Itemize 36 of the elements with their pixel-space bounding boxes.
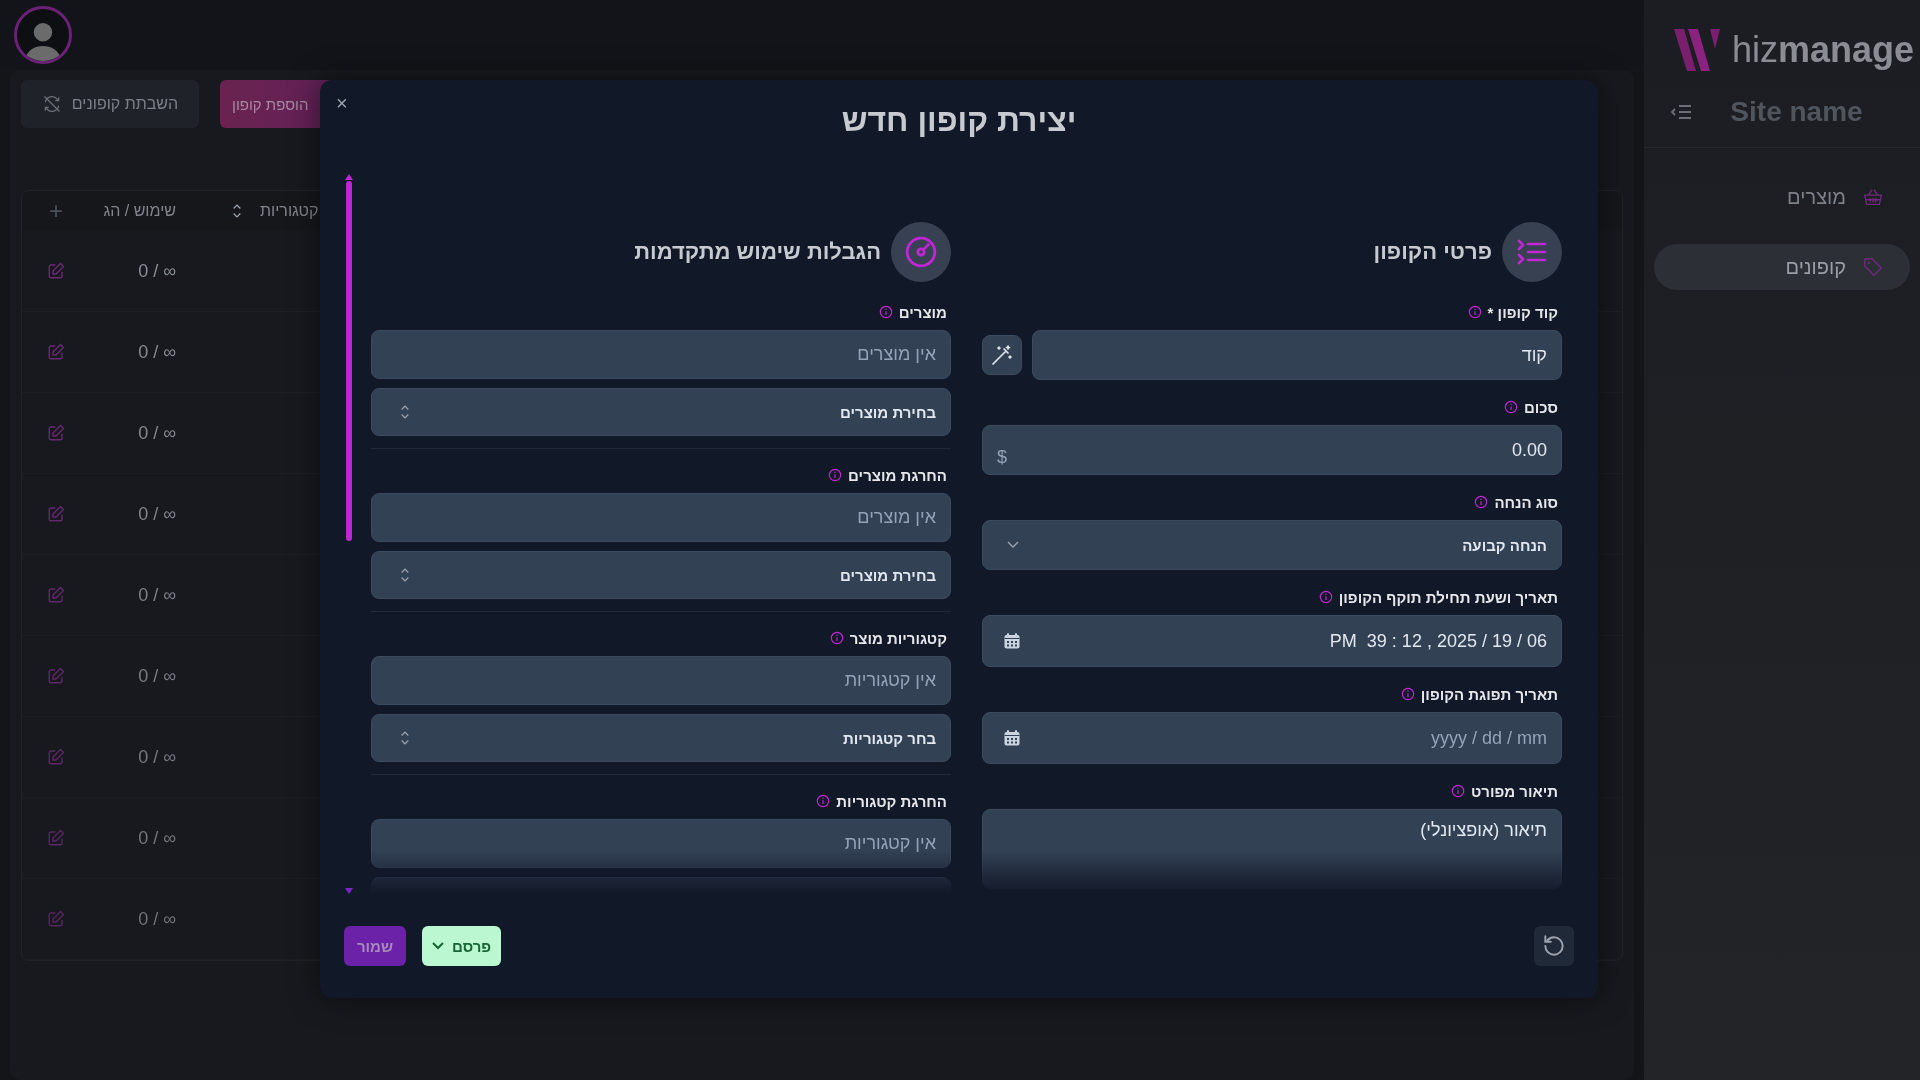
dialog-title: יצירת קופון חדש [841,102,1077,139]
field-label: קוד קופון * [1487,303,1558,321]
field-label: תאריך ושעת תחילת תוקף הקופון [1338,588,1558,606]
empty-list-text: אין קטגוריות [844,833,936,854]
amount-value: 0.00 [1511,439,1547,461]
usage-cell: ∞ / 0 [138,827,176,848]
empty-list-text: אין מוצרים [857,507,936,528]
field-label: קטגוריות מוצר [849,629,947,647]
usage-cell: ∞ / 0 [138,665,176,686]
usage-cell: ∞ / 0 [138,260,176,281]
logo-text: hizmanage [1732,28,1915,71]
field-label: תיאור מפורט [1470,782,1558,800]
select-value: בחירת מוצרים [840,566,936,584]
section-title: הגבלות שימוש מתקדמות [634,239,881,265]
usage-cell: ∞ / 0 [138,584,176,605]
usage-cell: ∞ / 0 [138,422,176,443]
field-label: החרגת מוצרים [848,466,947,484]
usage-cell: ∞ / 0 [138,746,176,767]
field-label: תאריך תפוגת הקופון [1420,685,1558,703]
field-label: סוג הנחה [1494,493,1558,511]
field-label: מוצרים [898,303,947,321]
select-value: הנחה קבועה [1462,536,1547,554]
field-label: סכום [1524,398,1558,416]
select-value: בחירת מוצרים [840,403,936,421]
usage-cell: ∞ / 0 [138,503,176,524]
date-placeholder: yyyy / dd / mm [1431,727,1547,749]
currency-symbol: $ [997,447,1007,469]
field-label: החרגת קטגוריות [836,792,947,810]
empty-list-text: אין קטגוריות [844,670,936,691]
select-value: בחר קטגוריות [843,729,936,747]
empty-list-text: אין מוצרים [857,344,936,365]
site-name: Site name [1729,96,1864,128]
usage-cell: ∞ / 0 [138,908,176,929]
section-title: פרטי הקופון [1373,239,1492,265]
datetime-value: PM 39 : 12 , 2025 / 19 / 06 [1329,630,1547,652]
usage-cell: ∞ / 0 [138,341,176,362]
